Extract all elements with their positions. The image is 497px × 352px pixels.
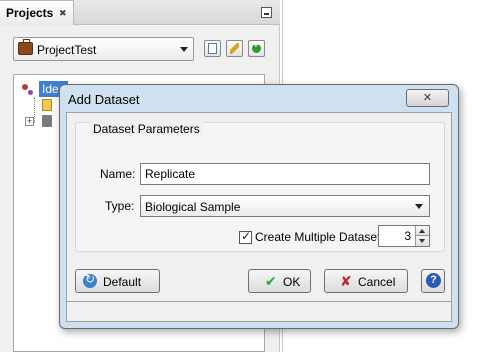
add-icon	[252, 40, 261, 53]
dataset-count-value: 3	[404, 229, 411, 243]
dialog-body: Dataset Parameters Name: Replicate Type:…	[66, 112, 452, 322]
name-label: Name:	[100, 167, 136, 181]
dialog-status-bar	[67, 301, 451, 321]
default-button-label: Default	[103, 275, 142, 289]
close-icon: ✕	[422, 92, 433, 104]
type-select[interactable]: Biological Sample	[140, 195, 430, 217]
close-tab-icon[interactable]: ✖	[59, 8, 67, 19]
dataset-count-spinner[interactable]: 3	[378, 225, 430, 247]
type-label: Type:	[105, 199, 135, 213]
create-multiple-label[interactable]: Create Multiple Datasets	[255, 230, 386, 244]
add-project-button[interactable]	[248, 40, 265, 57]
project-selector[interactable]: ProjectTest	[13, 37, 194, 61]
trash-icon[interactable]	[42, 115, 52, 127]
tree-expand-toggle[interactable]: +	[25, 117, 34, 126]
minimize-panel-button[interactable]	[261, 7, 272, 18]
cancel-x-icon: ✘	[340, 273, 352, 289]
chevron-down-icon	[415, 204, 423, 209]
spinner-down-arrow-icon[interactable]	[415, 236, 429, 246]
identification-icon	[22, 84, 36, 96]
type-select-value: Biological Sample	[145, 200, 241, 214]
spinner-up-arrow-icon[interactable]	[415, 226, 429, 236]
dataset-parameters-group: Dataset Parameters Name: Replicate Type:…	[75, 122, 445, 252]
cancel-button-label: Cancel	[358, 275, 396, 289]
cancel-button[interactable]: ✘ Cancel	[324, 269, 408, 293]
checkmark-icon: ✔	[265, 273, 277, 289]
folder-icon[interactable]	[42, 99, 52, 111]
new-project-button[interactable]	[204, 40, 221, 57]
panel-header: Projects ✖	[0, 0, 280, 25]
project-selector-value: ProjectTest	[37, 43, 97, 57]
default-button[interactable]: Default	[75, 269, 160, 293]
name-field[interactable]: Replicate	[140, 163, 430, 185]
tree-connector	[34, 97, 35, 123]
ok-button-label: OK	[283, 275, 301, 289]
tab-projects-label: Projects	[6, 6, 54, 20]
reset-icon	[83, 272, 97, 288]
dialog-title: Add Dataset	[68, 92, 140, 107]
dialog-close-button[interactable]: ✕	[406, 89, 449, 107]
new-document-icon	[208, 43, 217, 54]
pencil-icon	[230, 43, 239, 54]
group-title: Dataset Parameters	[90, 122, 203, 136]
help-button[interactable]: ?	[421, 269, 445, 293]
ok-button[interactable]: ✔ OK	[248, 269, 311, 293]
edit-project-button[interactable]	[226, 40, 243, 57]
chevron-down-icon	[180, 47, 188, 52]
briefcase-icon	[18, 39, 33, 55]
help-icon: ?	[426, 273, 441, 288]
create-multiple-checkbox[interactable]	[239, 229, 252, 244]
tab-projects[interactable]: Projects ✖	[0, 0, 74, 25]
add-dataset-dialog: Add Dataset ✕ Dataset Parameters Name: R…	[59, 84, 459, 329]
